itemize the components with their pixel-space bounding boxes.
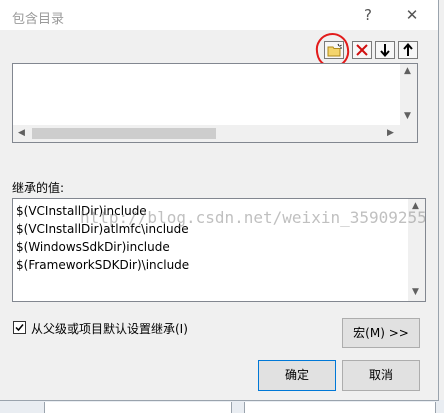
cancel-button[interactable]: 取消 [342, 360, 420, 391]
help-button[interactable]: ? [356, 4, 380, 26]
check-icon [15, 324, 24, 332]
inherit-checkbox[interactable] [13, 321, 26, 334]
scrollbar-thumb[interactable] [32, 128, 216, 139]
move-up-button[interactable] [398, 41, 418, 59]
scroll-down-arrow-icon[interactable]: ▼ [404, 112, 411, 121]
scrollbar-corner [400, 125, 417, 142]
scroll-right-arrow-icon[interactable]: ▶ [387, 129, 394, 138]
inherited-value: $(WindowsSdkDir)include [16, 240, 170, 254]
ok-button[interactable]: 确定 [258, 360, 336, 391]
dialog-title: 包含目录 [12, 12, 65, 27]
inherited-value: $(FrameworkSDKDir)\include [16, 258, 190, 272]
move-down-button[interactable] [375, 41, 395, 59]
inherited-values-label: 继承的值: [12, 181, 65, 195]
delete-line-button[interactable] [352, 41, 372, 59]
delete-icon [356, 44, 368, 56]
background-window-bottom [0, 400, 444, 413]
directory-list[interactable]: ▲ ▼ ◀ ▶ [12, 63, 418, 143]
include-directories-dialog: 包含目录 ? ✕ ▲ ▼ ◀ ▶ 继承的值: $(VCInstallDir)in… [0, 0, 439, 401]
arrow-down-icon [380, 44, 390, 57]
watermark-text: http://blog.csdn.net/weixin_35909255 [80, 208, 427, 227]
title-bar: 包含目录 ? ✕ [0, 0, 438, 30]
vertical-scrollbar[interactable]: ▲ ▼ [400, 64, 417, 125]
close-button[interactable]: ✕ [400, 4, 424, 26]
background-panel [244, 402, 436, 413]
scroll-left-arrow-icon[interactable]: ◀ [18, 129, 25, 138]
background-panel [44, 402, 232, 413]
scroll-up-arrow-icon[interactable]: ▲ [404, 67, 411, 76]
inherit-checkbox-label[interactable]: 从父级或项目默认设置继承(I) [31, 320, 188, 337]
arrow-up-icon [403, 43, 413, 56]
scroll-down-arrow-icon[interactable]: ▼ [412, 288, 419, 297]
macros-button[interactable]: 宏(M) >> [342, 318, 420, 348]
horizontal-scrollbar[interactable]: ◀ ▶ [13, 125, 400, 142]
